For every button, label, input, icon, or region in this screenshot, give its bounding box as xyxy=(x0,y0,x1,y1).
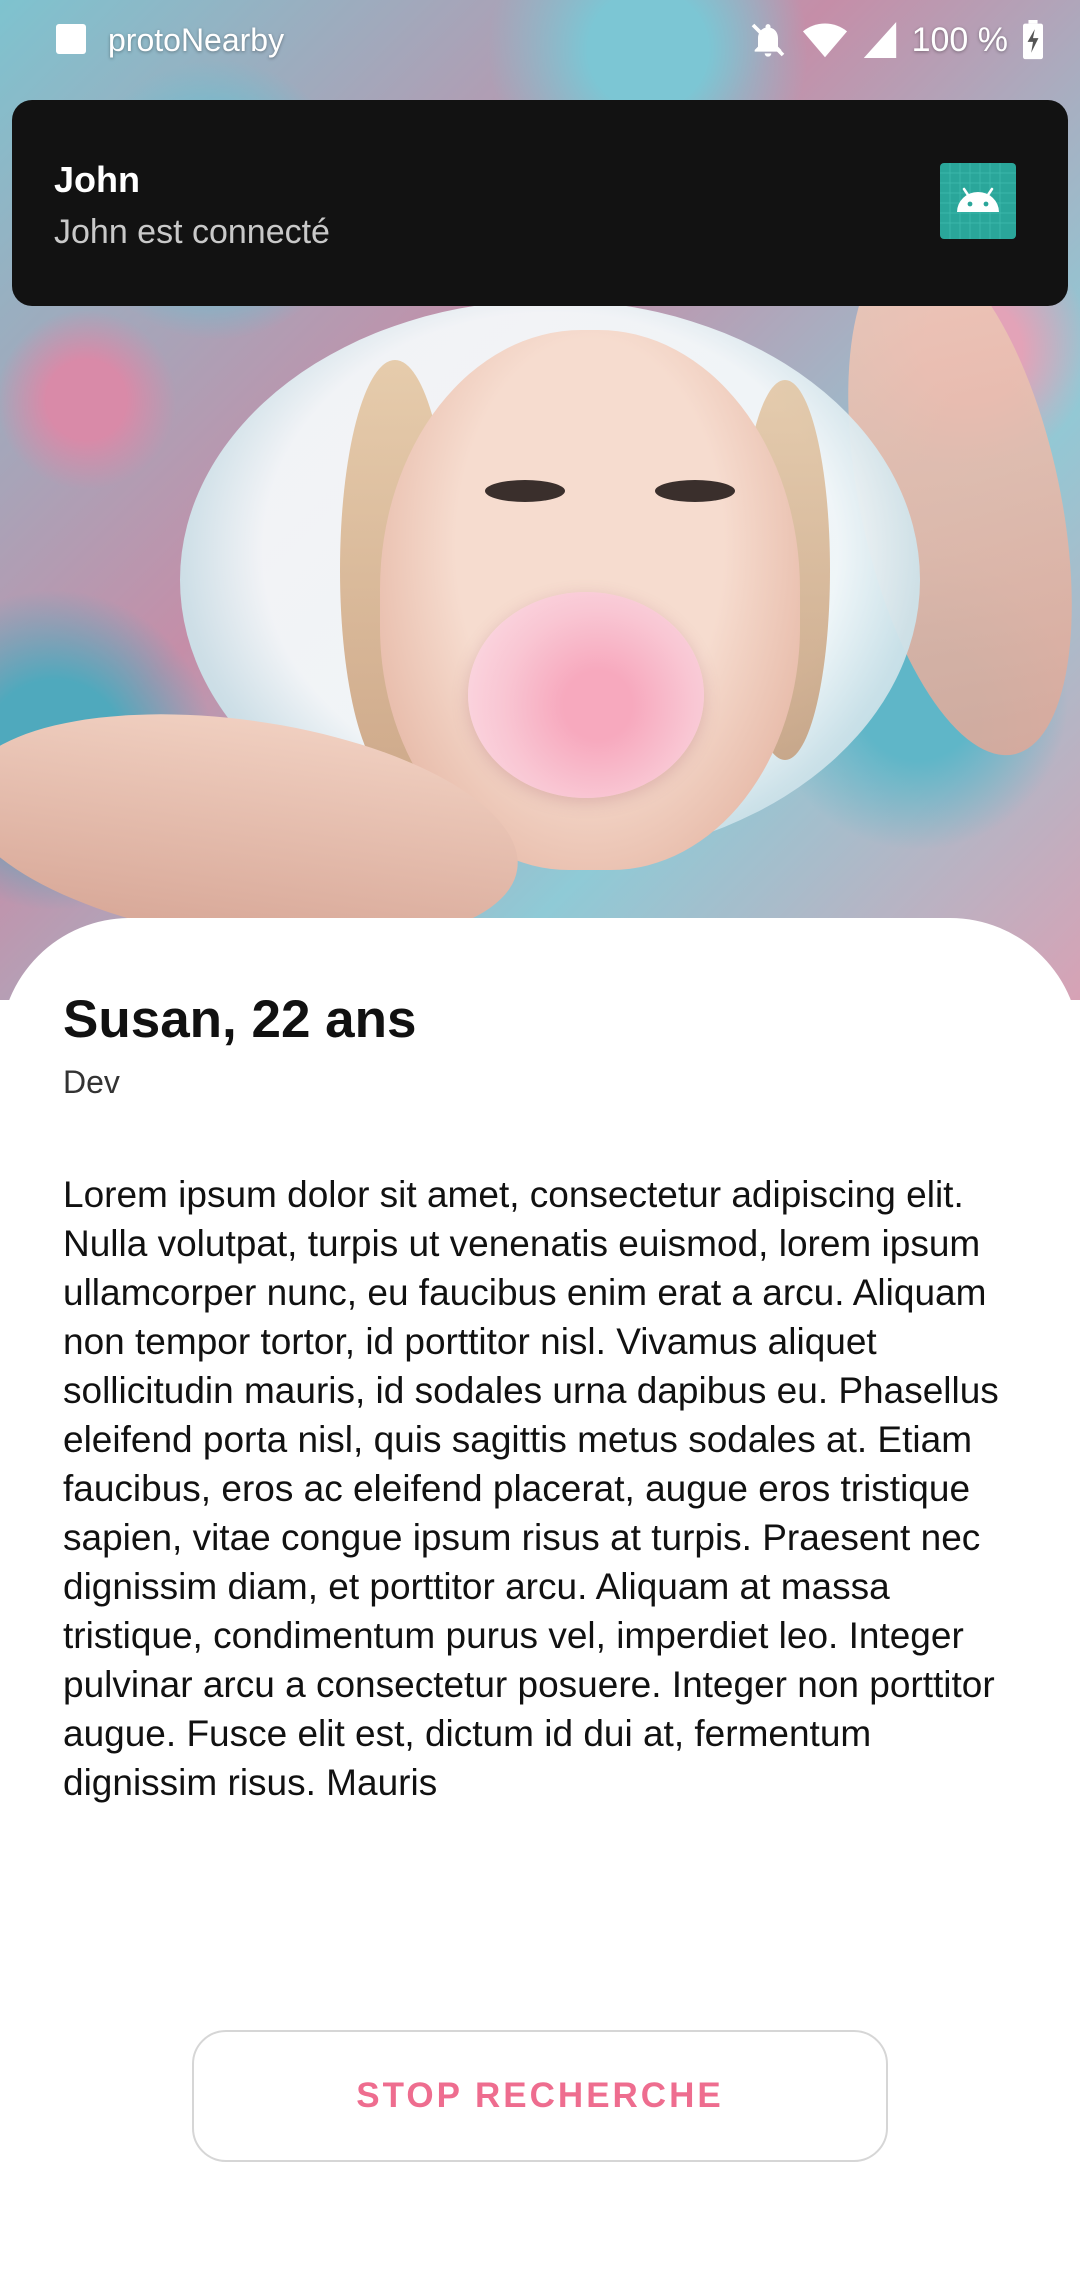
profile-card: Susan, 22 ans Dev Lorem ipsum dolor sit … xyxy=(0,918,1080,2280)
profile-job: Dev xyxy=(63,1064,120,1100)
notification-text: John est connecté xyxy=(54,213,330,251)
screen: protoNearby 100 % John John est connecté… xyxy=(0,0,1080,2280)
heads-up-notification[interactable]: John John est connecté xyxy=(12,100,1068,306)
status-bar: protoNearby 100 % xyxy=(0,0,1080,80)
signal-icon xyxy=(862,20,898,60)
notification-title: John xyxy=(54,159,140,200)
android-icon xyxy=(940,163,1016,239)
battery-charging-icon xyxy=(1022,20,1044,60)
status-app-name: protoNearby xyxy=(108,22,285,58)
profile-bio: Lorem ipsum dolor sit amet, consectetur … xyxy=(63,1174,999,1803)
stop-search-button[interactable]: STOP RECHERCHE xyxy=(192,2030,888,2162)
wifi-icon xyxy=(802,20,848,60)
battery-percentage: 100 % xyxy=(911,21,1008,59)
profile-name: Susan, 22 ans xyxy=(63,990,417,1049)
notifications-off-icon xyxy=(748,20,788,60)
app-notification-icon xyxy=(56,24,86,54)
status-icons: 100 % xyxy=(748,18,1044,62)
